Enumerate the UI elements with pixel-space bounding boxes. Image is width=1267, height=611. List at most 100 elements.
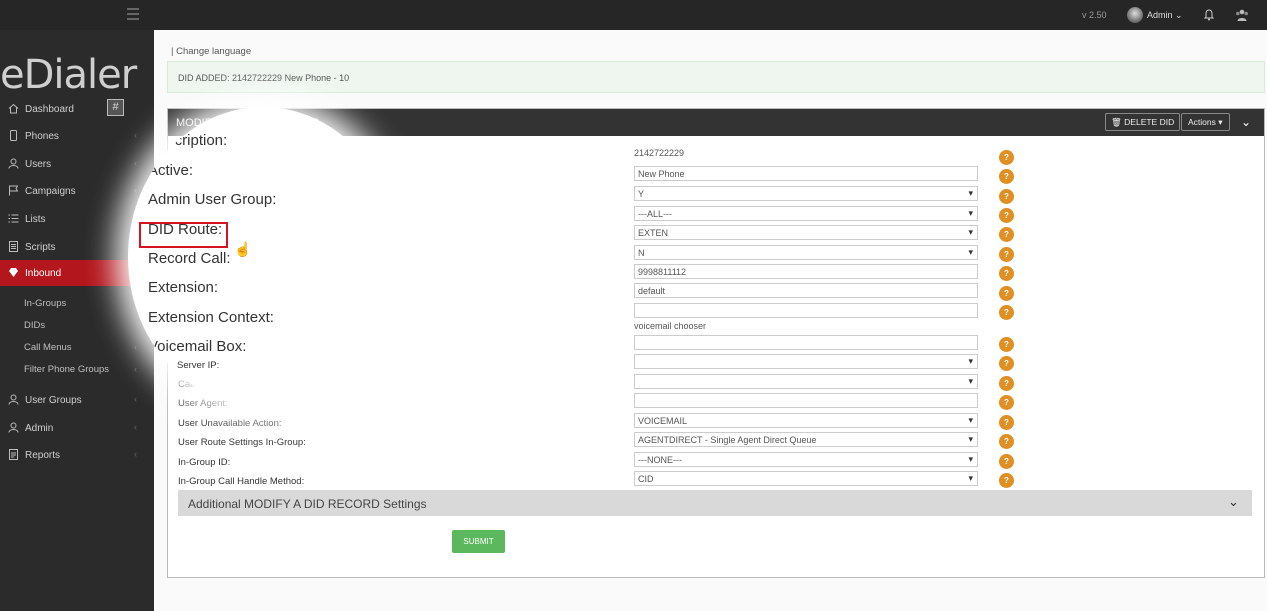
help-icon[interactable]: ? (999, 266, 1014, 281)
sidebar-item-label: Dashboard (25, 104, 74, 115)
chevron-down-icon: ⌄ (1228, 494, 1239, 509)
help-icon[interactable]: ? (999, 150, 1014, 165)
sidebar-item-label: Campaigns (25, 186, 76, 197)
voicemail-chooser-link[interactable]: voicemail chooser (634, 321, 706, 331)
help-icon[interactable]: ? (999, 247, 1014, 262)
zoom-active-label: Active: (148, 162, 194, 179)
report-icon (9, 449, 18, 460)
user-agent-label: User Agent: (178, 398, 228, 409)
sidebar-item-phones[interactable]: Phones ‹ (0, 123, 154, 149)
zoom-extension-label: Extension: (148, 279, 219, 296)
app-logo: eDialer (0, 52, 137, 98)
chevron-left-icon: ‹ (134, 449, 137, 459)
sidebar-item-admin[interactable]: Admin ‹ (0, 415, 154, 441)
home-icon (8, 103, 19, 114)
user-agent-input[interactable] (634, 393, 978, 408)
extension-context-input[interactable]: default (634, 283, 978, 298)
in-group-id-label: In-Group ID: (178, 457, 231, 468)
chevron-left-icon: ‹ (134, 158, 137, 168)
delete-did-button[interactable]: 🗑 DELETE DID (1105, 113, 1181, 131)
change-language-link[interactable]: | Change language (171, 46, 251, 57)
sidebar: eDialer # Dashboard Phones ‹ Users ‹ Cam… (0, 30, 154, 611)
actions-dropdown-button[interactable]: Actions ▾ (1181, 113, 1230, 131)
user-menu[interactable]: Admin ⌄ (1147, 10, 1183, 21)
help-icon[interactable]: ? (999, 376, 1014, 391)
submit-button[interactable]: SUBMIT (452, 530, 505, 553)
chevron-left-icon: ‹ (134, 394, 137, 404)
admin-icon (8, 422, 19, 433)
help-icon[interactable]: ? (999, 305, 1014, 320)
success-alert: DID ADDED: 2142722229 New Phone - 10 (167, 61, 1265, 93)
help-icon[interactable]: ? (999, 189, 1014, 204)
chevron-down-icon[interactable]: ⌄ (1241, 115, 1251, 129)
in-group-id-select[interactable]: ---NONE--- (634, 452, 978, 467)
extension-input[interactable]: 9998811112 (634, 264, 978, 279)
sidebar-item-campaigns[interactable]: Campaigns ‹ (0, 178, 154, 204)
description-input[interactable]: New Phone (634, 166, 978, 181)
sidebar-item-reports[interactable]: Reports ‹ (0, 442, 154, 468)
in-group-handle-select[interactable]: CID (634, 471, 978, 486)
chevron-left-icon: ‹ (134, 342, 137, 352)
admin-user-group-select[interactable]: ---ALL--- (634, 206, 978, 221)
help-icon[interactable]: ? (999, 286, 1014, 301)
hand-cursor-icon: ☝ (234, 241, 252, 257)
help-icon[interactable]: ? (999, 337, 1014, 352)
server-ip-select[interactable] (634, 354, 978, 369)
sidebar-item-dashboard[interactable]: Dashboard (0, 96, 154, 122)
help-icon[interactable]: ? (999, 454, 1014, 469)
in-group-handle-label: In-Group Call Handle Method: (178, 476, 305, 487)
users-icon (8, 394, 19, 405)
sidebar-item-label: Reports (25, 450, 61, 461)
record-call-select[interactable]: N (634, 245, 978, 260)
chevron-left-icon: ‹ (134, 364, 137, 374)
bell-icon[interactable] (1203, 9, 1215, 21)
version-label: v 2.50 (1082, 10, 1107, 20)
sidebar-subitem-call-menus[interactable]: Call Menus (24, 342, 72, 353)
menu-toggle-icon[interactable] (127, 8, 139, 20)
help-icon[interactable]: ? (999, 208, 1014, 223)
list-icon (8, 214, 19, 223)
document-icon (9, 241, 18, 252)
phone-icon (10, 130, 17, 141)
zoom-voicemail-box-label: Voicemail Box: (148, 338, 247, 355)
zoom-magnifier: Description: Active: Admin User Group: D… (128, 107, 398, 407)
sidebar-subitem-in-groups[interactable]: In-Groups (24, 298, 66, 309)
help-icon[interactable]: ? (999, 227, 1014, 242)
help-icon[interactable]: ? (999, 415, 1014, 430)
help-icon[interactable]: ? (999, 473, 1014, 488)
sidebar-item-users[interactable]: Users ‹ (0, 151, 154, 177)
sidebar-subitem-filter-phone-groups[interactable]: Filter Phone Groups (24, 364, 109, 375)
help-icon[interactable]: ? (999, 169, 1014, 184)
zoom-record-call-label: Record Call: (148, 250, 231, 267)
voicemail-box-input[interactable] (634, 335, 978, 350)
additional-settings-label: Additional MODIFY A DID RECORD Settings (188, 497, 427, 511)
chevron-left-icon: ‹ (134, 422, 137, 432)
sidebar-item-label: Phones (25, 131, 59, 142)
avatar[interactable] (1127, 7, 1143, 23)
sidebar-item-label: Users (25, 159, 52, 170)
sidebar-item-label: Scripts (25, 242, 56, 253)
user-unavailable-action-select[interactable]: VOICEMAIL (634, 413, 978, 428)
sidebar-item-label: User Groups (25, 395, 82, 406)
top-navbar: v 2.50 Admin ⌄ (0, 0, 1267, 30)
server-ip-label: Server IP: (177, 360, 220, 371)
sidebar-item-label: Inbound (25, 268, 62, 279)
did-route-select[interactable]: EXTEN (634, 225, 978, 240)
sidebar-item-user-groups[interactable]: User Groups ‹ (0, 387, 154, 413)
zoom-description-label: Description: (148, 132, 228, 149)
sidebar-item-label: Lists (25, 214, 46, 225)
help-icon[interactable]: ? (999, 434, 1014, 449)
extension-blank-input[interactable] (634, 303, 978, 318)
call-menu-select[interactable] (634, 374, 978, 389)
chevron-left-icon: ‹ (134, 130, 137, 140)
user-route-settings-select[interactable]: AGENTDIRECT - Single Agent Direct Queue (634, 432, 978, 447)
sidebar-subitem-dids[interactable]: DIDs (24, 320, 45, 331)
help-icon[interactable]: ? (999, 356, 1014, 371)
additional-settings-bar[interactable]: Additional MODIFY A DID RECORD Settings … (178, 490, 1252, 516)
active-select[interactable]: Y (634, 186, 978, 201)
zoom-admin-user-group-label: Admin User Group: (148, 191, 277, 208)
diamond-icon (9, 268, 18, 277)
users-group-icon[interactable] (1235, 9, 1249, 21)
user-unavailable-action-label: User Unavailable Action: (178, 418, 282, 429)
help-icon[interactable]: ? (999, 395, 1014, 410)
